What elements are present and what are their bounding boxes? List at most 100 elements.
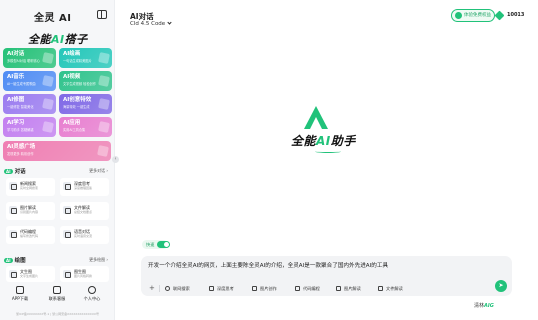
microphone-icon	[63, 230, 71, 238]
free-benefits-button[interactable]: 体验免费权益	[451, 9, 495, 22]
item-desc: 图片风格转换	[74, 274, 93, 278]
list-item[interactable]: 图片解读 识别图片内容	[6, 202, 55, 220]
free-badge-label: 体验免费权益	[464, 13, 491, 18]
tile-ai-retouch[interactable]: AI修图 一键修复 智能美化	[3, 94, 56, 114]
tile-ai-study[interactable]: AI学习 学习助手 答疑解惑	[3, 117, 56, 137]
item-desc: 实时语音交流	[74, 234, 93, 238]
tool-label: 深度思考	[217, 286, 234, 291]
fast-mode-label: 快速	[146, 242, 155, 247]
tile-ai-apps[interactable]: AI应用 实用AI工具合集	[59, 117, 112, 137]
atom-icon	[209, 286, 214, 291]
tool-label: 图片创作	[260, 286, 277, 291]
gift-icon	[455, 12, 462, 19]
nav-label: APP下载	[11, 296, 29, 301]
file-read-tool[interactable]: 文件解读	[378, 284, 403, 293]
main-panel: AI对话 Cld 4.5 Code 体验免费权益 10013 全能AI助手 快速…	[115, 0, 538, 320]
item-desc: 实时全网搜索	[20, 186, 39, 190]
tile-ai-video[interactable]: AI视频 文字生成视频 轻松创作	[59, 71, 112, 91]
model-selector[interactable]: Cld 4.5 Code	[130, 20, 172, 27]
tile-ai-music[interactable]: AI音乐 AI一键生成专属歌曲	[3, 71, 56, 91]
section-badge: AI	[4, 258, 13, 263]
logo-prefix: 全能	[28, 33, 51, 46]
item-desc: 深度推理回答	[74, 186, 93, 190]
list-item[interactable]: 文件解读 总结文档要点	[60, 202, 109, 220]
scan-image-icon	[336, 286, 341, 291]
tile-ai-inspiration[interactable]: AI灵感广场 发现更多 精彩创作	[3, 141, 111, 161]
sidebar-logo: 全能AI搭子	[28, 31, 88, 47]
list-item[interactable]: 语音对话 实时语音交流	[60, 226, 109, 244]
section-label: 绘图	[14, 258, 26, 264]
tool-label: 联网搜索	[173, 286, 190, 291]
phone-icon	[16, 286, 24, 294]
section-badge: AI	[4, 169, 13, 174]
chat-section-title: AI 对话	[4, 167, 26, 175]
image-icon	[252, 286, 257, 291]
item-desc: 编写修改代码	[20, 234, 39, 238]
headset-icon	[53, 286, 61, 294]
toggle-switch[interactable]	[157, 241, 170, 248]
list-item[interactable]: 代码编程 编写修改代码	[6, 226, 55, 244]
tile-desc: 发现更多 精彩创作	[7, 152, 34, 156]
welcome-prefix: 全能	[291, 134, 317, 148]
item-desc: 识别图片内容	[20, 210, 39, 214]
nav-label: 联系客服	[48, 296, 66, 301]
app-logo-icon	[304, 106, 328, 129]
list-item[interactable]: 深度思考 深度推理回答	[60, 178, 109, 196]
grid-icon	[98, 121, 110, 133]
send-button[interactable]: ➤	[495, 280, 507, 292]
logo-suffix: 搭子	[64, 33, 88, 46]
tile-ai-chat[interactable]: AI对话 多模型AI对话 聪明省心	[3, 48, 56, 68]
model-name: Cld 4.5 Code	[130, 21, 166, 27]
app-window: 全灵 AI 全能AI搭子 AI对话 多模型AI对话 聪明省心 AI绘画 一句话生…	[0, 0, 538, 320]
item-desc: 文字生成图片	[20, 274, 39, 278]
brain-icon	[63, 182, 71, 190]
brush-icon	[42, 98, 54, 110]
tile-ai-effects[interactable]: AI创意特效 海量特效 一键生成	[59, 94, 112, 114]
chat-more-link[interactable]: 更多对话 ›	[89, 168, 108, 174]
film-icon	[98, 75, 110, 87]
bottom-nav: APP下载 联系客服 个人中心	[0, 286, 115, 308]
watermark-prefix: 清林	[474, 303, 485, 309]
document-icon	[63, 206, 71, 214]
code-tool[interactable]: 代码编程	[295, 284, 320, 293]
welcome-title: 全能AI助手	[291, 132, 356, 149]
chat-bubble-icon	[42, 52, 54, 64]
welcome-suffix: 助手	[330, 134, 356, 148]
section-label: 对话	[14, 169, 26, 175]
list-item[interactable]: 图生图 图片风格转换	[60, 266, 109, 282]
sidebar: 全灵 AI 全能AI搭子 AI对话 多模型AI对话 聪明省心 AI绘画 一句话生…	[0, 0, 115, 320]
welcome-underline	[315, 150, 341, 153]
draw-section-title: AI 绘图	[4, 256, 26, 264]
composer-toolbar: + 联网搜索 深度思考 图片创作 代码编程 图片解读 文件解读	[149, 284, 479, 293]
tool-label: 代码编程	[303, 286, 320, 291]
points-icon	[494, 10, 505, 21]
item-desc: 总结文档要点	[74, 210, 93, 214]
profile-button[interactable]: 个人中心	[77, 286, 107, 302]
deep-think-tool[interactable]: 深度思考	[209, 284, 234, 293]
sidebar-toggle-icon[interactable]	[97, 10, 107, 19]
customer-service-button[interactable]: 联系客服	[42, 286, 72, 302]
code-icon	[9, 230, 17, 238]
tool-label: 图片解读	[344, 286, 361, 291]
web-search-tool[interactable]: 联网搜索	[165, 284, 190, 293]
plus-icon[interactable]: +	[149, 284, 155, 292]
image-create-tool[interactable]: 图片创作	[252, 284, 277, 293]
globe-search-icon	[9, 182, 17, 190]
user-icon	[88, 286, 96, 294]
image-to-image-icon	[63, 270, 71, 278]
paperclip-icon	[378, 286, 383, 291]
prompt-input[interactable]	[148, 262, 503, 268]
toolbar-divider	[159, 285, 160, 292]
draw-more-link[interactable]: 更多绘图 ›	[89, 257, 108, 263]
tile-ai-paint[interactable]: AI绘画 一句话生成精美图片	[59, 48, 112, 68]
list-item[interactable]: 文生图 文字生成图片	[6, 266, 55, 282]
watermark-suffix: AIG	[484, 303, 494, 309]
image-read-tool[interactable]: 图片解读	[336, 284, 361, 293]
brand-name: 全灵 AI	[34, 13, 72, 24]
code-icon	[295, 286, 300, 291]
points-balance: 10013	[507, 12, 525, 18]
app-download-button[interactable]: APP下载	[5, 286, 35, 302]
book-icon	[42, 121, 54, 133]
list-item[interactable]: 新闻搜索 实时全网搜索	[6, 178, 55, 196]
logo-ai: AI	[51, 33, 65, 46]
